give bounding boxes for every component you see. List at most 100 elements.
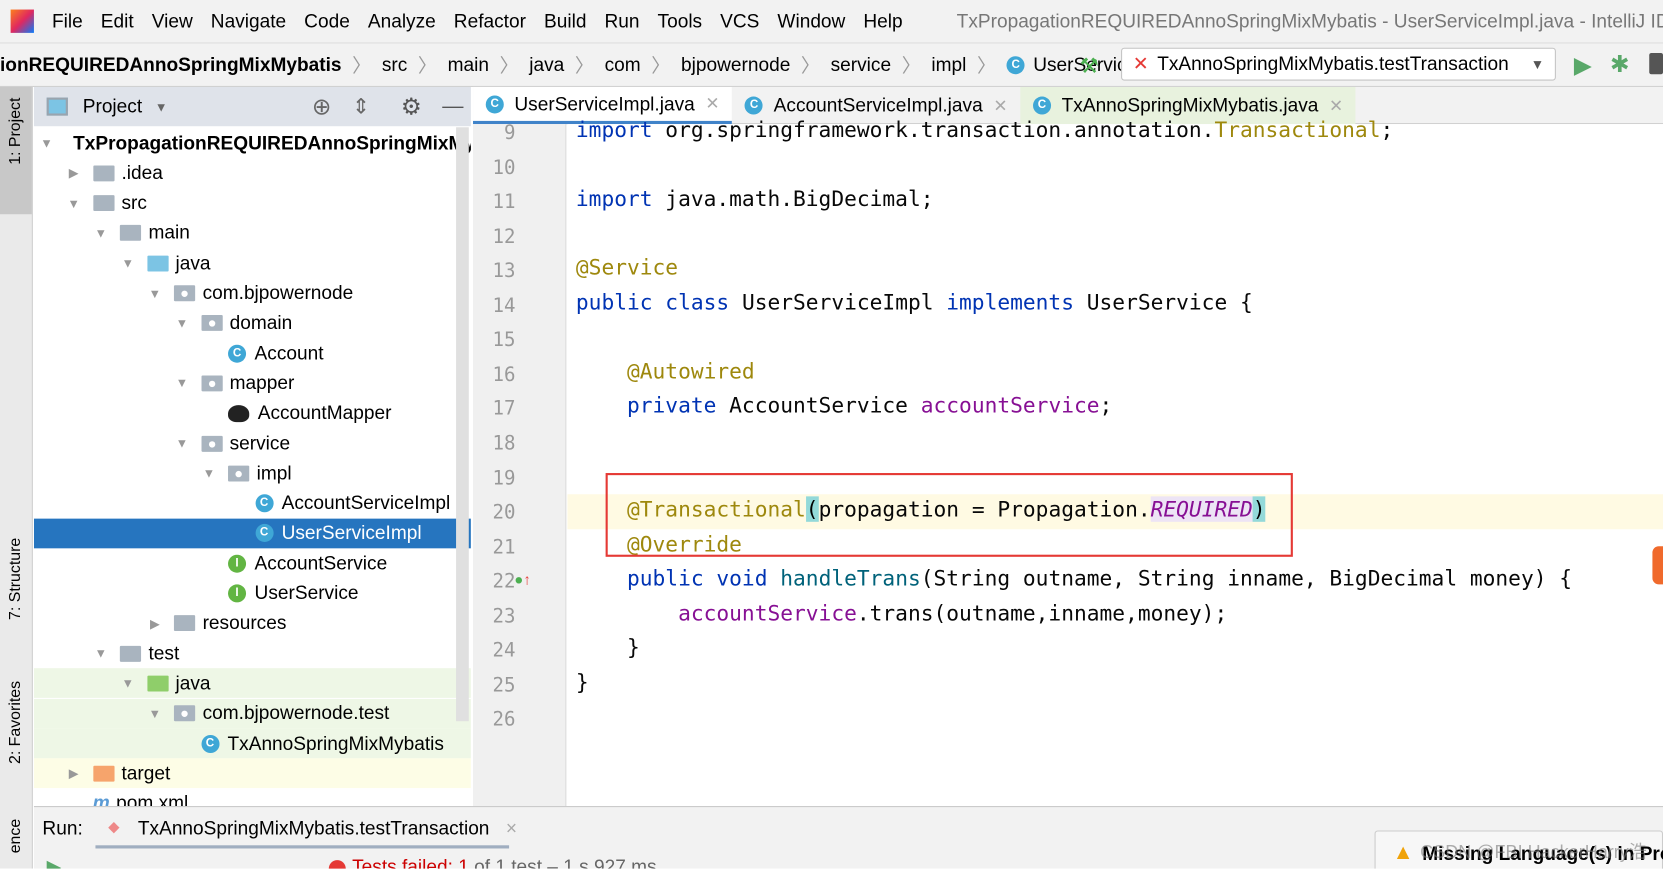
tree-item[interactable]: m pom.xml [34, 789, 471, 806]
coverage-icon[interactable] [1649, 53, 1663, 75]
test-class-icon: C [200, 734, 220, 753]
tree-item[interactable]: ▼ com.bjpowernode.test [33, 698, 471, 729]
menu-edit[interactable]: Edit [101, 10, 134, 32]
chevron-down-icon[interactable]: ▼ [155, 99, 168, 114]
close-icon[interactable]: ✕ [705, 93, 719, 114]
menu-code[interactable]: Code [304, 10, 350, 32]
chevron-down-icon[interactable]: ▼ [94, 226, 107, 241]
tree-item[interactable]: ▶ .idea [34, 158, 471, 188]
mybatis-icon [228, 404, 250, 422]
menu-window[interactable]: Window [777, 10, 845, 32]
line-number: 26 [492, 708, 516, 732]
tree-item[interactable]: ▶ target [33, 758, 471, 789]
tree-item[interactable]: C AccountServiceImpl [34, 489, 471, 519]
run-tab[interactable]: TxAnnoSpringMixMybatis.testTransaction [138, 818, 490, 840]
code-editor[interactable] [567, 124, 1663, 807]
tree-item[interactable]: ▼ test [34, 639, 471, 669]
chevron-down-icon[interactable]: ▼ [176, 436, 189, 451]
close-icon[interactable]: ✕ [1329, 95, 1343, 116]
minimize-icon[interactable]: — [442, 94, 463, 118]
chevron-down-icon[interactable]: ▼ [94, 646, 107, 661]
menu-navigate[interactable]: Navigate [211, 10, 286, 32]
menu-vcs[interactable]: VCS [720, 10, 759, 32]
tree-item[interactable]: ▼ main [34, 218, 471, 248]
tree-item[interactable]: ▼ TxPropagationREQUIREDAnnoSpringMixMybat… [34, 128, 471, 158]
breadcrumb-item[interactable]: src [382, 54, 407, 76]
chevron-right-icon: 〉 [417, 55, 437, 77]
tree-item-label: TxAnnoSpringMixMybatis [227, 732, 444, 754]
tree-item[interactable]: C TxAnnoSpringMixMybatis [33, 728, 471, 759]
tree-item[interactable]: ▼ domain [34, 308, 471, 338]
tree-item[interactable]: C Account [34, 338, 471, 368]
chevron-right-icon: 〉 [574, 55, 595, 77]
run-configuration-select[interactable]: ✕ TxAnnoSpringMixMybatis.testTransaction… [1121, 47, 1556, 81]
build-hammer-icon[interactable]: ⚒ [1080, 53, 1099, 80]
breadcrumb-item[interactable]: ionREQUIREDAnnoSpringMixMybatis [0, 54, 342, 76]
tree-item[interactable]: I UserService [34, 579, 471, 609]
structure-tool-button[interactable]: 7: Structure [6, 538, 24, 620]
tree-item-label: pom.xml [116, 792, 189, 807]
code-token: implements [946, 289, 1087, 315]
code-token: org.springframework.transaction.annotati… [665, 116, 1215, 143]
tree-item[interactable]: ▼ java [33, 668, 471, 699]
tree-item[interactable]: ▼ com.bjpowernode [34, 278, 471, 308]
chevron-right-icon[interactable]: ▶ [148, 616, 161, 631]
code-line: import java.math.BigDecimal; [576, 186, 934, 211]
close-icon[interactable]: × [506, 818, 517, 840]
implementing-method-icon[interactable]: ●↑ [514, 571, 530, 588]
persistence-tool-button[interactable]: ence [6, 819, 24, 854]
tree-item[interactable]: ▼ src [34, 188, 471, 218]
chevron-down-icon[interactable]: ▼ [121, 676, 134, 691]
package-icon [200, 315, 223, 332]
chevron-down-icon: ▼ [1530, 56, 1545, 73]
breadcrumb-item[interactable]: service [831, 54, 891, 76]
menu-file[interactable]: File [52, 10, 83, 32]
tree-item[interactable]: I AccountService [34, 549, 471, 579]
chevron-right-icon: 〉 [977, 55, 997, 77]
chevron-down-icon[interactable]: ▼ [67, 196, 80, 211]
chevron-right-icon[interactable]: ▶ [67, 166, 80, 181]
chevron-down-icon[interactable]: ▼ [203, 466, 216, 481]
menu-run[interactable]: Run [604, 10, 639, 32]
tree-item[interactable]: ▼ service [34, 428, 471, 458]
debug-icon[interactable]: ✱ [1610, 51, 1630, 79]
notification-balloon[interactable]: ▲ Missing Language(s) in Pro CSDN @FBI H… [1374, 830, 1663, 869]
gear-icon[interactable]: ⚙ [401, 93, 422, 121]
breadcrumb-item[interactable]: bjpowernode [681, 54, 790, 76]
resources-folder-icon [173, 615, 196, 632]
menu-analyze[interactable]: Analyze [368, 10, 436, 32]
chevron-down-icon[interactable]: ▼ [40, 136, 53, 151]
collapse-all-icon[interactable]: ⇕ [352, 93, 370, 120]
close-icon[interactable]: ✕ [993, 95, 1007, 116]
project-view-select[interactable]: Project [83, 95, 142, 117]
chevron-down-icon[interactable]: ▼ [121, 256, 134, 271]
error-icon [328, 860, 346, 869]
project-tool-button[interactable]: 1: Project [6, 98, 24, 165]
menu-refactor[interactable]: Refactor [454, 10, 526, 32]
tree-item[interactable]: ▼ impl [34, 458, 471, 488]
chevron-down-icon[interactable]: ▼ [176, 316, 189, 331]
tree-item[interactable]: C UserServiceImpl [33, 518, 471, 549]
tree-item[interactable]: ▼ java [34, 248, 471, 278]
tree-scrollbar[interactable] [456, 127, 469, 722]
rerun-icon[interactable]: ▶ [47, 856, 62, 869]
favorites-tool-button[interactable]: 2: Favorites [6, 681, 24, 764]
breadcrumb-item[interactable]: com [605, 54, 641, 76]
chevron-down-icon[interactable]: ▼ [148, 706, 162, 721]
tree-item[interactable]: ▶ resources [34, 609, 471, 639]
chevron-down-icon[interactable]: ▼ [176, 376, 189, 391]
breadcrumb-item[interactable]: main [448, 54, 489, 76]
line-number: 20 [492, 501, 516, 524]
chevron-right-icon[interactable]: ▶ [67, 766, 80, 781]
breadcrumb-item[interactable]: impl [931, 54, 966, 76]
chevron-down-icon[interactable]: ▼ [148, 286, 162, 301]
menu-view[interactable]: View [152, 10, 193, 32]
tree-item[interactable]: AccountMapper [34, 398, 471, 428]
run-icon[interactable]: ▶ [1574, 52, 1592, 80]
locate-icon[interactable]: ⊕ [312, 93, 332, 121]
tree-item[interactable]: ▼ mapper [34, 368, 471, 398]
menu-build[interactable]: Build [544, 10, 586, 32]
breadcrumb-item[interactable]: java [529, 54, 564, 76]
menu-tools[interactable]: Tools [658, 10, 703, 32]
menu-help[interactable]: Help [863, 10, 902, 32]
